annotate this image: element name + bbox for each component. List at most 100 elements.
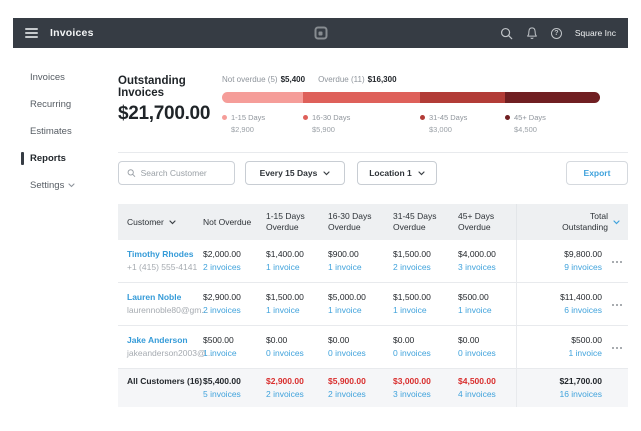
legend-label: 31-45 Days: [429, 113, 467, 122]
invoices-link[interactable]: 2 invoices: [393, 261, 458, 274]
table-row: Lauren Noblelaurennoble80@gm...$2,900.00…: [118, 283, 628, 326]
main-content: Outstanding Invoices $21,700.00 Not over…: [118, 48, 628, 407]
account-menu[interactable]: Square Inc: [575, 28, 616, 38]
amount-value: $0.00: [458, 334, 516, 347]
invoices-link[interactable]: 3 invoices: [393, 388, 458, 401]
amount-value: $9,800.00: [517, 248, 602, 261]
aging-cell: $1,500.001 invoice: [266, 283, 328, 325]
amount-value: $500.00: [458, 291, 516, 304]
invoices-link[interactable]: 6 invoices: [517, 304, 602, 317]
location-dropdown[interactable]: Location 1: [357, 161, 437, 185]
invoices-link[interactable]: 5 invoices: [203, 388, 266, 401]
invoices-link[interactable]: 2 invoices: [328, 388, 393, 401]
column-header: 1-15 Days Overdue: [266, 204, 328, 240]
invoices-link[interactable]: 4 invoices: [458, 388, 516, 401]
invoices-link[interactable]: 1 invoice: [266, 261, 328, 274]
aging-cell: $4,000.003 invoices: [458, 240, 516, 282]
invoices-link[interactable]: 2 invoices: [203, 304, 266, 317]
legend-item: 31-45 Days$3,000: [420, 113, 467, 134]
sidebar-item-reports[interactable]: Reports: [13, 145, 118, 172]
legend-value: $5,900: [312, 125, 350, 134]
invoices-link[interactable]: 1 invoice: [458, 304, 516, 317]
invoices-link[interactable]: 1 invoice: [266, 304, 328, 317]
customer-contact: laurennoble80@gm...: [127, 304, 203, 317]
amount-value: $0.00: [266, 334, 328, 347]
invoices-link[interactable]: 1 invoice: [203, 347, 266, 360]
invoices-link[interactable]: 0 invoices: [458, 347, 516, 360]
customer-name-link[interactable]: Timothy Rhodes: [127, 248, 203, 261]
aging-bar-segment: [222, 92, 303, 103]
aging-cell: $0.000 invoices: [328, 326, 393, 368]
app-header: Invoices ? Square Inc: [13, 18, 628, 48]
notifications-bell-icon[interactable]: [526, 26, 538, 40]
chevron-down-icon: [418, 171, 425, 176]
legend-label: 16-30 Days: [312, 113, 350, 122]
amount-value: $5,900.00: [328, 375, 393, 388]
invoices-link[interactable]: 16 invoices: [517, 388, 602, 401]
invoices-link[interactable]: 1 invoice: [517, 347, 602, 360]
amount-value: $2,900.00: [203, 291, 266, 304]
table-header-row: CustomerNot Overdue1-15 Days Overdue16-3…: [118, 204, 628, 240]
period-dropdown[interactable]: Every 15 Days: [245, 161, 345, 185]
legend-value: $4,500: [514, 125, 546, 134]
amount-value: $1,500.00: [266, 291, 328, 304]
aging-cell: $4,500.004 invoices: [458, 369, 516, 407]
section-divider: [118, 152, 628, 153]
column-header[interactable]: Customer: [118, 204, 203, 240]
amount-value: $1,500.00: [393, 291, 458, 304]
amount-value: $500.00: [203, 334, 266, 347]
invoices-link[interactable]: 1 invoice: [328, 261, 393, 274]
export-button[interactable]: Export: [566, 161, 628, 185]
table-row: Jake Andersonjakeanderson2003@...$500.00…: [118, 326, 628, 369]
invoices-link[interactable]: 0 invoices: [393, 347, 458, 360]
invoices-link[interactable]: 3 invoices: [458, 261, 516, 274]
aging-bar-segment: [303, 92, 420, 103]
invoices-link[interactable]: 9 invoices: [517, 261, 602, 274]
invoices-link[interactable]: 1 invoice: [393, 304, 458, 317]
aging-cell: $0.000 invoices: [393, 326, 458, 368]
aging-bar-segment: [420, 92, 505, 103]
sidebar-item-invoices[interactable]: Invoices: [13, 64, 118, 91]
header-actions: ? Square Inc: [500, 26, 616, 40]
amount-value: $0.00: [328, 334, 393, 347]
invoices-link[interactable]: 0 invoices: [328, 347, 393, 360]
customer-contact: jakeanderson2003@...: [127, 347, 203, 360]
row-overflow-menu-icon[interactable]: [612, 261, 622, 263]
search-icon: [127, 168, 136, 178]
amount-value: $1,400.00: [266, 248, 328, 261]
not-overdue-value: $5,400: [281, 75, 305, 84]
sidebar-item-estimates[interactable]: Estimates: [13, 118, 118, 145]
sidebar-item-recurring[interactable]: Recurring: [13, 91, 118, 118]
customer-name-link[interactable]: Lauren Noble: [127, 291, 203, 304]
legend-dot-icon: [420, 115, 425, 120]
help-icon[interactable]: ?: [551, 28, 562, 39]
amount-value: $5,400.00: [203, 375, 266, 388]
search-icon[interactable]: [500, 27, 513, 40]
column-header[interactable]: Total Outstanding: [516, 204, 628, 240]
hamburger-menu-icon[interactable]: [25, 28, 38, 38]
legend-value: $2,900: [231, 125, 265, 134]
aging-cell: $1,500.002 invoices: [393, 240, 458, 282]
sidebar: Invoices Recurring Estimates Reports Set…: [13, 48, 118, 407]
aging-cell: $5,000.001 invoice: [328, 283, 393, 325]
customer-name-link[interactable]: Jake Anderson: [127, 334, 203, 347]
page-title: Invoices: [50, 27, 94, 39]
row-overflow-menu-icon[interactable]: [612, 347, 622, 349]
aging-cell: $500.001 invoice: [203, 326, 266, 368]
amount-value: $900.00: [328, 248, 393, 261]
invoices-link[interactable]: 0 invoices: [266, 347, 328, 360]
search-input[interactable]: [141, 168, 226, 178]
overdue-stats: Not overdue (5)$5,400 Overdue (11)$16,30…: [222, 75, 600, 84]
aging-cell: $0.000 invoices: [266, 326, 328, 368]
sidebar-item-settings[interactable]: Settings: [13, 172, 118, 199]
row-overflow-menu-icon[interactable]: [612, 304, 622, 306]
amount-value: $1,500.00: [393, 248, 458, 261]
invoices-link[interactable]: 1 invoice: [328, 304, 393, 317]
aging-cell: $900.001 invoice: [328, 240, 393, 282]
customer-search[interactable]: [118, 161, 235, 185]
legend-item: 45+ Days$4,500: [505, 113, 546, 134]
invoices-link[interactable]: 2 invoices: [203, 261, 266, 274]
invoices-link[interactable]: 2 invoices: [266, 388, 328, 401]
aging-cell: $5,900.002 invoices: [328, 369, 393, 407]
aging-cell: $1,400.001 invoice: [266, 240, 328, 282]
